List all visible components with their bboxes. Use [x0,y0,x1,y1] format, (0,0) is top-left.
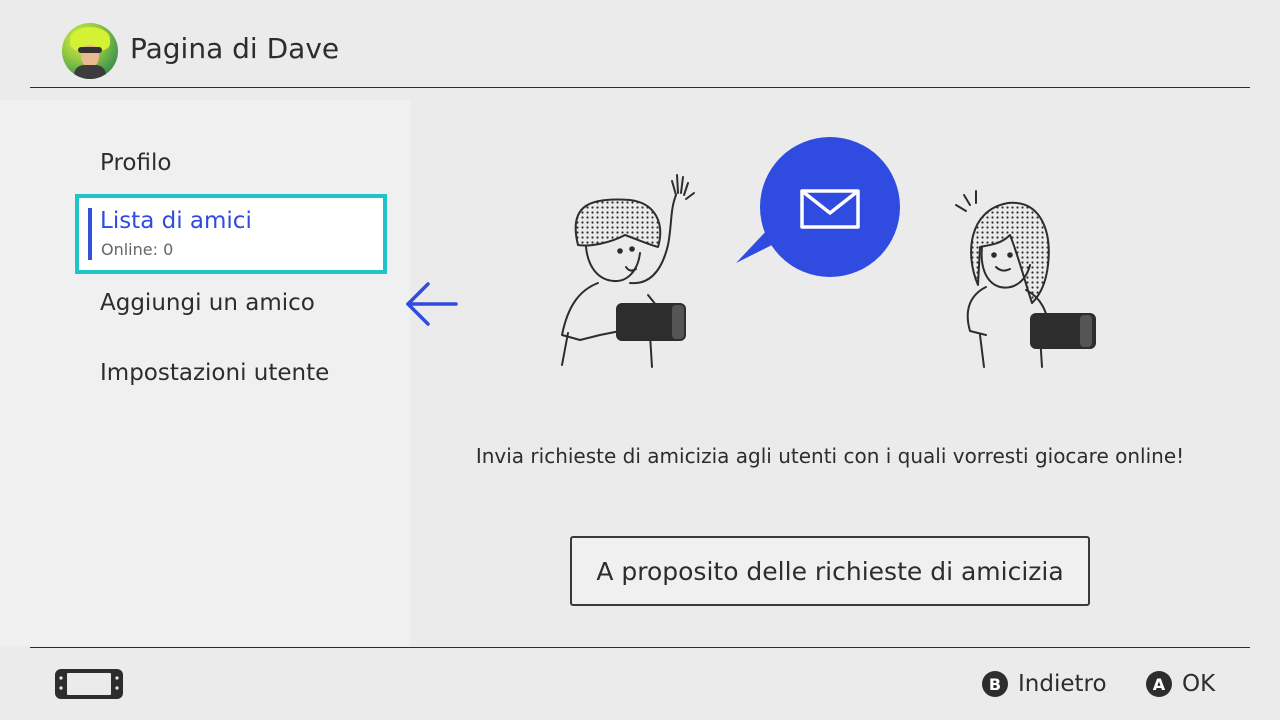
friend-request-illustration [561,137,1096,368]
ok-button[interactable]: A OK [1146,670,1215,698]
selection-indicator [88,208,92,260]
sidebar-item-friend-list[interactable]: Lista di amici Online: 0 [75,194,387,274]
page-title: Pagina di Dave [130,32,340,65]
header: Pagina di Dave [0,0,1280,88]
back-button[interactable]: B Indietro [982,670,1107,698]
user-avatar[interactable] [62,23,118,79]
back-label: Indietro [1018,671,1107,697]
envelope-icon [736,137,900,277]
online-count: Online: 0 [101,240,174,259]
a-button-icon: A [1146,671,1172,697]
handheld-mode-icon [55,669,123,699]
arrow-left-icon [406,282,458,326]
header-divider [30,87,1250,88]
sidebar-item-label: Lista di amici [100,208,252,234]
footer-divider [30,647,1250,648]
sidebar-item-user-settings[interactable]: Impostazioni utente [100,360,329,386]
description-text: Invia richieste di amicizia agli utenti … [475,444,1185,468]
sidebar-item-add-friend[interactable]: Aggiungi un amico [100,290,315,316]
friend-requests-info-button[interactable]: A proposito delle richieste di amicizia [570,536,1090,606]
sidebar-item-profile[interactable]: Profilo [100,150,171,176]
b-button-icon: B [982,671,1008,697]
ok-label: OK [1182,671,1216,697]
